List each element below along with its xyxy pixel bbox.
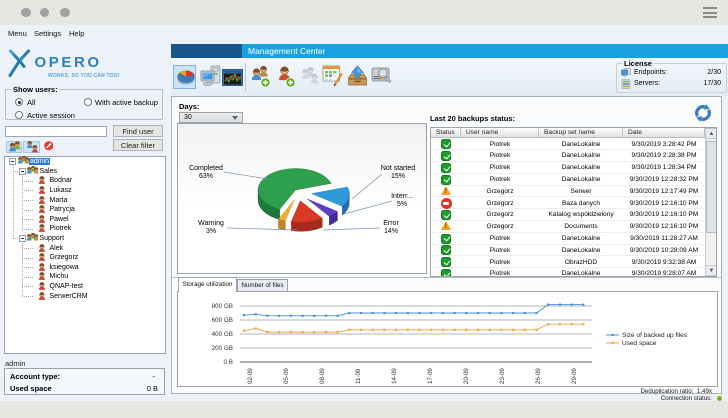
svg-text:OPERO: OPERO [35,54,102,71]
svg-text:WORKS, SO YOU CAN TOO!: WORKS, SO YOU CAN TOO! [48,73,120,79]
